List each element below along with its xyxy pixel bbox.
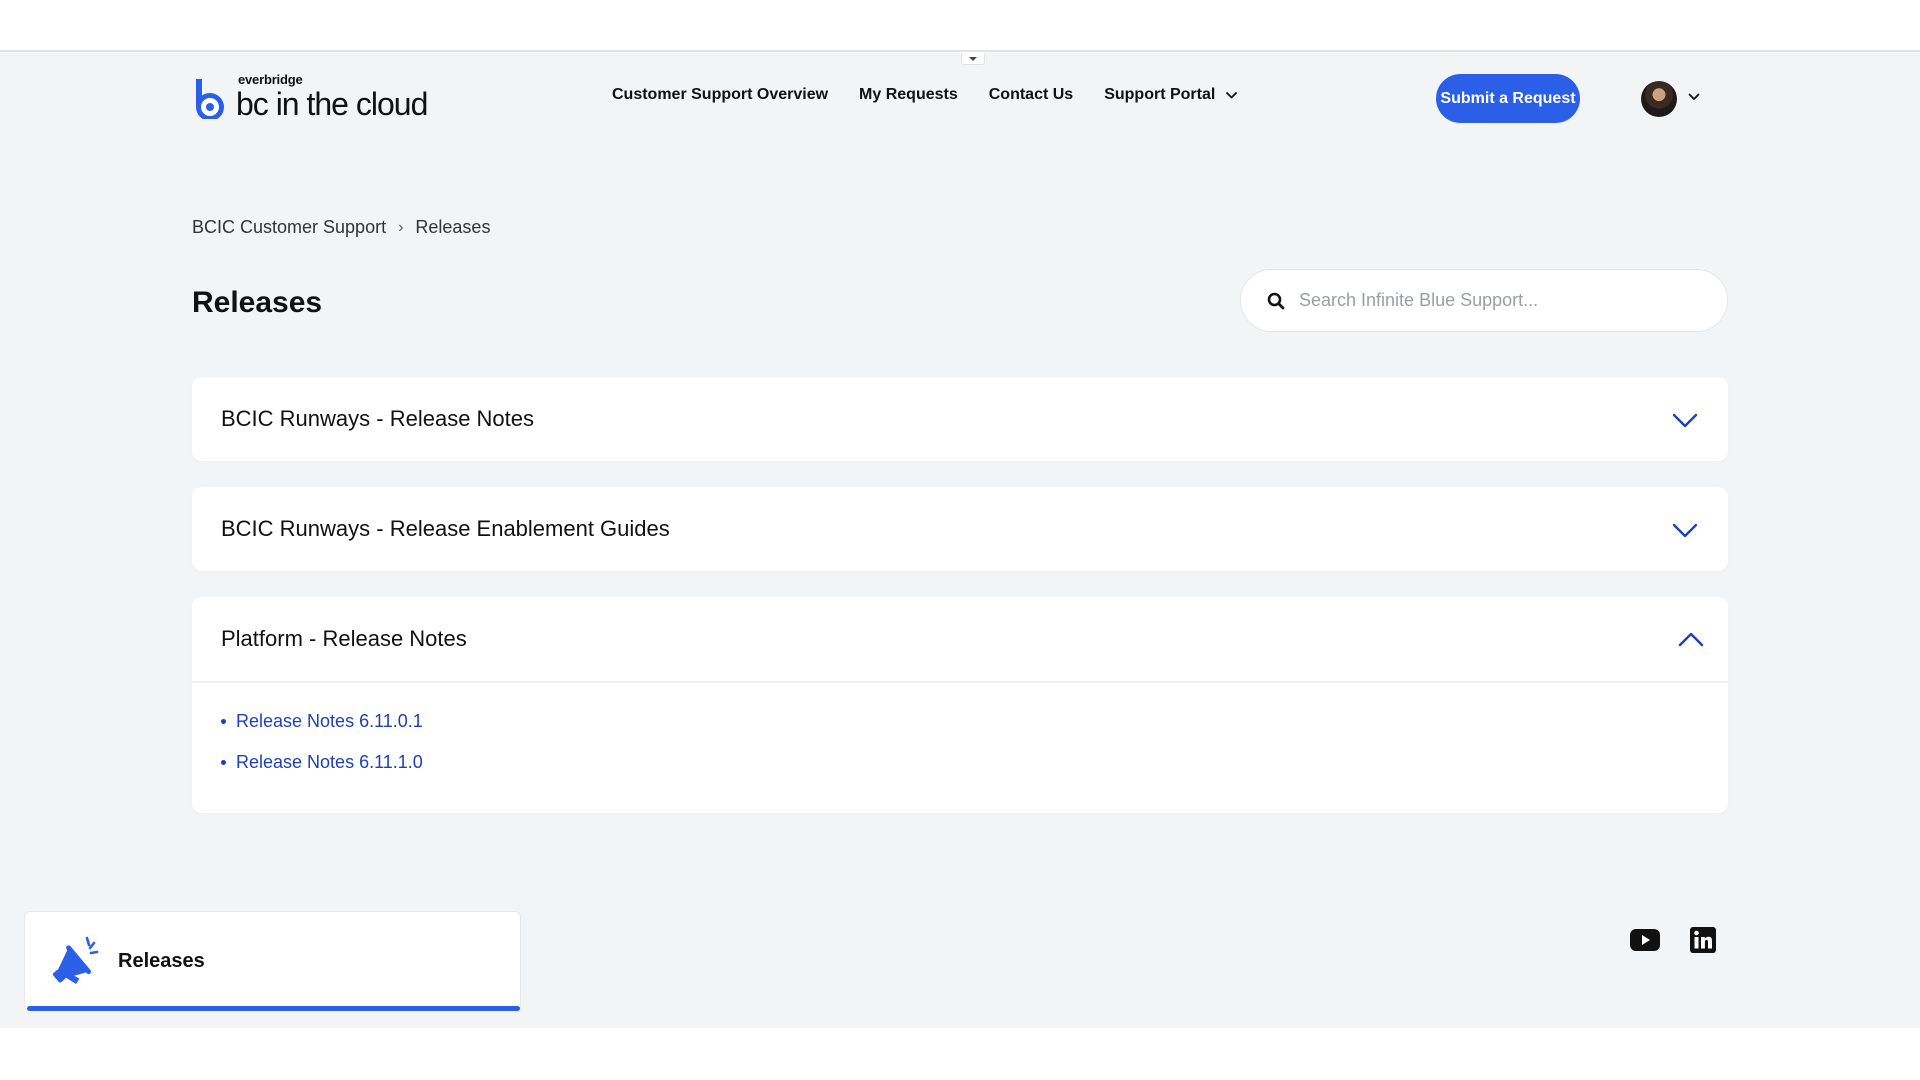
submit-request-button[interactable]: Submit a Request (1436, 74, 1580, 123)
avatar[interactable] (1641, 81, 1677, 117)
accordion-bcic-runways-enablement-guides: BCIC Runways - Release Enablement Guides (192, 487, 1728, 571)
chevron-up-icon (1678, 632, 1704, 647)
accordion-bcic-runways-release-notes: BCIC Runways - Release Notes (192, 377, 1728, 461)
releases-card-label: Releases (118, 950, 205, 972)
search-box[interactable] (1240, 269, 1728, 332)
nav-support-portal[interactable]: Support Portal (1104, 86, 1238, 104)
chevron-down-icon (1672, 523, 1698, 538)
megaphone-icon (52, 936, 99, 984)
chevron-down-icon (1672, 413, 1698, 428)
accordion-header[interactable]: BCIC Runways - Release Notes (192, 377, 1728, 461)
breadcrumb: BCIC Customer Support › Releases (192, 217, 490, 238)
nav-label: Customer Support Overview (612, 86, 829, 103)
nav-label: Support Portal (1104, 86, 1216, 103)
logo-small-text: everbridge (238, 72, 303, 87)
brand-logo[interactable]: everbridge bc in the cloud (192, 72, 428, 122)
search-icon (1267, 292, 1285, 309)
youtube-icon[interactable] (1630, 929, 1660, 951)
release-link-6-11-1-0[interactable]: Release Notes 6.11.1.0 (221, 752, 1699, 773)
nav-label: Contact Us (988, 86, 1074, 103)
breadcrumb-item-releases[interactable]: Releases (415, 217, 490, 238)
nav-contact-us[interactable]: Contact Us (989, 86, 1073, 104)
accordion-header[interactable]: Platform - Release Notes (192, 597, 1728, 681)
collapse-handle[interactable] (961, 53, 985, 65)
accordion-platform-release-notes: Platform - Release Notes Release Notes 6… (192, 597, 1728, 813)
release-link-label: Release Notes 6.11.0.1 (236, 711, 423, 731)
accordion-body: Release Notes 6.11.0.1 Release Notes 6.1… (192, 681, 1728, 813)
logo-mark-icon (196, 79, 224, 119)
search-input[interactable] (1299, 290, 1699, 311)
browser-top-strip (0, 0, 1920, 52)
releases-card[interactable]: Releases (24, 911, 521, 1011)
accordion-header[interactable]: BCIC Runways - Release Enablement Guides (192, 487, 1728, 571)
bullet-dot (221, 760, 226, 765)
caret-down-icon (969, 56, 977, 61)
browser-bottom-strip (0, 1028, 1920, 1080)
chevron-down-icon (1226, 91, 1238, 98)
accordion-title: Platform - Release Notes (221, 626, 467, 651)
chevron-down-icon[interactable] (1688, 93, 1700, 101)
nav-label: My Requests (859, 86, 958, 103)
accordion-title: BCIC Runways - Release Enablement Guides (221, 516, 670, 541)
breadcrumb-item-customer-support[interactable]: BCIC Customer Support (192, 217, 386, 238)
main-nav: Customer Support Overview My Requests Co… (612, 86, 1268, 104)
page-title: Releases (192, 286, 323, 319)
breadcrumb-separator: › (398, 218, 404, 236)
logo-big-text: bc in the cloud (236, 86, 428, 122)
release-link-6-11-0-1[interactable]: Release Notes 6.11.0.1 (221, 711, 1699, 732)
release-link-label: Release Notes 6.11.1.0 (236, 752, 423, 772)
nav-customer-support-overview[interactable]: Customer Support Overview (612, 86, 828, 104)
bullet-dot (221, 719, 226, 724)
nav-my-requests[interactable]: My Requests (859, 86, 958, 104)
releases-card-underline (27, 1006, 520, 1011)
linkedin-icon[interactable] (1690, 927, 1716, 953)
accordion-title: BCIC Runways - Release Notes (221, 406, 535, 431)
